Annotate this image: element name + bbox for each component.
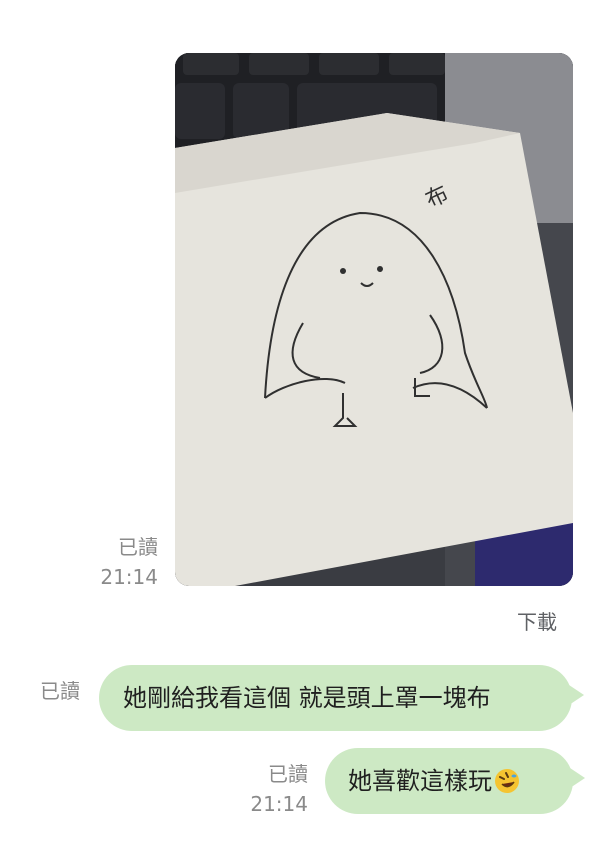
message-2-status: 已讀 <box>40 676 80 706</box>
message-1-status: 已讀 21:14 <box>100 532 158 592</box>
download-button[interactable]: 下載 <box>517 606 557 638</box>
bubble-tail <box>567 766 585 790</box>
read-receipt: 已讀 <box>118 535 158 559</box>
message-text: 她喜歡這樣玩 <box>348 767 492 795</box>
photo-of-penguin-drawing-icon: 布 <box>175 53 573 586</box>
read-receipt: 已讀 <box>40 679 80 703</box>
read-receipt: 已讀 <box>268 762 308 786</box>
rolling-on-floor-laughing-icon <box>495 769 519 793</box>
shared-photo[interactable]: 布 <box>175 53 573 586</box>
bubble-tail <box>566 683 584 707</box>
message-3-status: 已讀 21:14 <box>250 759 308 819</box>
timestamp: 21:14 <box>100 565 158 589</box>
timestamp: 21:14 <box>250 792 308 816</box>
message-text: 她剛給我看這個 就是頭上罩一塊布 <box>123 684 491 712</box>
chat-bubble[interactable]: 她喜歡這樣玩 <box>325 748 585 814</box>
chat-bubble[interactable]: 她剛給我看這個 就是頭上罩一塊布 <box>99 665 584 731</box>
